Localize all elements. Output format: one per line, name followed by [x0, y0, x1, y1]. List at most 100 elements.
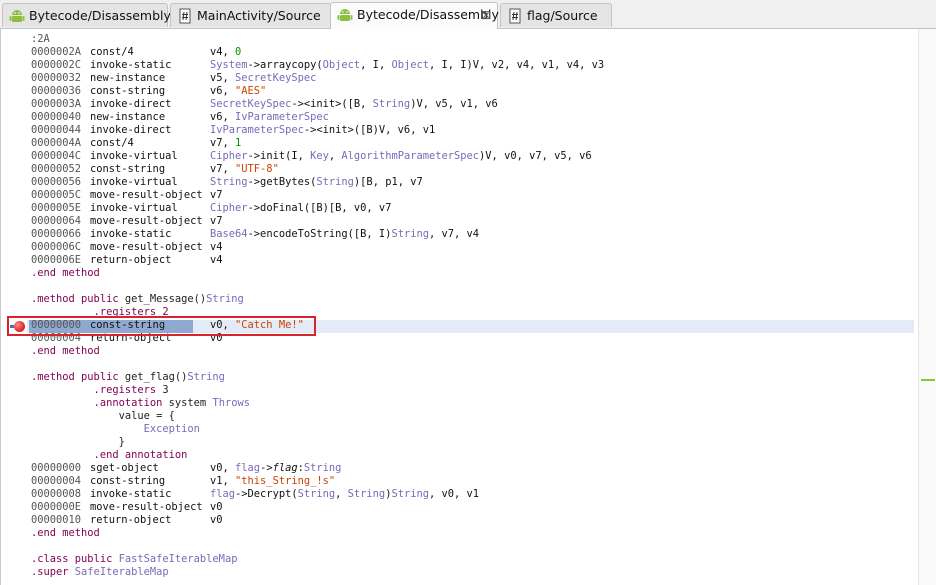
- code-line[interactable]: value = {: [31, 410, 175, 423]
- code-token: Object: [391, 59, 429, 71]
- opcode: invoke-direct: [90, 124, 172, 136]
- operands: v7: [210, 215, 223, 228]
- tab-mainactivity-source[interactable]: MainActivity/Source: [170, 3, 331, 27]
- code-token: SecretKeySpec: [235, 72, 317, 84]
- close-tab-icon[interactable]: ⊠: [481, 4, 491, 26]
- code-token: , I,: [360, 59, 392, 71]
- opcode: const-string: [90, 475, 166, 487]
- tab-flag-source[interactable]: flag/Source: [500, 3, 612, 27]
- tab-bytecode-disassembly-active[interactable]: Bytecode/Disassembly ⊠: [330, 2, 499, 29]
- operands: v1, "this_String_!s": [210, 475, 335, 488]
- instruction-address: 00000052: [31, 163, 82, 175]
- code-token: String: [303, 462, 342, 474]
- code-token: v7,: [210, 163, 236, 175]
- breakpoint-ruler[interactable]: [1, 29, 27, 585]
- code-line[interactable]: .super SafeIterableMap: [31, 566, 169, 579]
- operands: System->arraycopy(Object, I, Object, I, …: [210, 59, 604, 72]
- opcode: invoke-static: [90, 228, 172, 240]
- opcode: const-string: [90, 85, 166, 97]
- disassembly-editor[interactable]: :2A 0000002A const/4 v4, 0 0000002C invoke-st…: [0, 29, 936, 585]
- code-token: IvParameterSpec: [210, 124, 304, 136]
- code-line[interactable]: .registers 3: [31, 384, 169, 397]
- code-token: v0: [210, 514, 223, 526]
- instruction-address: 0000002C: [31, 59, 82, 71]
- code-token: .end method: [31, 345, 100, 357]
- code-token: )V, v0, v7, v5, v6: [479, 150, 592, 162]
- code-token: -><init>([B)V, v6, v1: [303, 124, 436, 136]
- tab-label: flag/Source: [527, 8, 598, 23]
- instruction-address: 00000056: [31, 176, 82, 188]
- code-token: .method public: [31, 371, 125, 383]
- code-token: get_Message(): [124, 293, 207, 305]
- code-token: "AES": [235, 85, 267, 97]
- opcode: invoke-static: [90, 488, 172, 500]
- code-token: IvParameterSpec: [235, 111, 329, 123]
- code-token: , v0, v1: [429, 488, 480, 500]
- tab-bytecode-disassembly-1[interactable]: Bytecode/Disassembly: [2, 3, 171, 27]
- code-token: ->encodeToString([B, I): [247, 228, 392, 240]
- code-line[interactable]: }: [31, 436, 125, 449]
- code-token: .end method: [31, 267, 100, 279]
- operands: v6, IvParameterSpec: [210, 111, 329, 124]
- code-token: .end method: [31, 527, 100, 539]
- code-line[interactable]: .end method: [31, 345, 100, 358]
- overview-ruler-marker[interactable]: [921, 379, 935, 381]
- opcode: invoke-static: [90, 59, 172, 71]
- code-token: String: [391, 228, 429, 240]
- tab-label: Bytecode/Disassembly: [357, 7, 499, 22]
- tab-label: Bytecode/Disassembly: [29, 8, 171, 23]
- code-line[interactable]: Exception: [31, 423, 200, 436]
- code-token: AlgorithmParameterSpec: [341, 150, 480, 162]
- code-token: "this_String_!s": [235, 475, 336, 487]
- instruction-address: 00000008: [31, 488, 82, 500]
- code-token: v6,: [210, 85, 236, 97]
- instruction-address: 00000066: [31, 228, 82, 240]
- code-line[interactable]: .end method: [31, 527, 100, 540]
- code-line[interactable]: .annotation system Throws: [31, 397, 250, 410]
- code-token: String: [347, 488, 386, 500]
- code-token: v4: [210, 241, 223, 253]
- code-line[interactable]: .method public get_Message()String: [31, 293, 244, 306]
- opcode: sget-object: [90, 462, 159, 474]
- code-token: .registers: [31, 384, 163, 396]
- code-token: , v7, v4: [428, 228, 480, 240]
- android-icon: [337, 7, 353, 23]
- operands: v7, "UTF-8": [210, 163, 279, 176]
- operands: v4: [210, 241, 223, 254]
- opcode: const-string: [90, 163, 166, 175]
- instruction-address: 0000006E: [31, 254, 82, 266]
- opcode: return-object: [90, 254, 172, 266]
- operands: v0: [210, 501, 223, 514]
- code-token: System: [210, 59, 248, 71]
- operands: v0, flag->flag:String: [210, 462, 341, 475]
- opcode: const/4: [90, 46, 134, 58]
- code-token: Key: [310, 150, 329, 162]
- code-line[interactable]: .class public FastSafeIterableMap: [31, 553, 237, 566]
- opcode: const/4: [90, 137, 134, 149]
- opcode: invoke-direct: [90, 98, 172, 110]
- code-line[interactable]: .end method: [31, 267, 100, 280]
- vertical-scrollbar[interactable]: [918, 29, 936, 585]
- instruction-address: :2A: [31, 33, 50, 45]
- instruction-address: 00000010: [31, 514, 82, 526]
- instruction-address: 0000005C: [31, 189, 82, 201]
- instruction-address: 00000040: [31, 111, 82, 123]
- operands: flag->Decrypt(String, String)String, v0,…: [210, 488, 479, 501]
- operands: v4: [210, 254, 223, 267]
- code-token: 1: [235, 137, 242, 149]
- code-token: String: [206, 293, 244, 305]
- instruction-address: 0000002A: [31, 46, 82, 58]
- code-line[interactable]: .method public get_flag()String: [31, 371, 225, 384]
- code-token: v7: [210, 215, 223, 227]
- operands: v6, "AES": [210, 85, 266, 98]
- operands: v5, SecretKeySpec: [210, 72, 316, 85]
- operands: String->getBytes(String)[B, p1, v7: [210, 176, 423, 189]
- opcode: new-instance: [90, 72, 166, 84]
- android-icon: [9, 8, 25, 24]
- code-line[interactable]: .end annotation: [31, 449, 188, 462]
- code-token: ->Decrypt(: [235, 488, 298, 500]
- code-token: ,: [328, 150, 342, 162]
- opcode: invoke-virtual: [90, 150, 178, 162]
- opcode: return-object: [90, 514, 172, 526]
- code-token: v5,: [210, 72, 236, 84]
